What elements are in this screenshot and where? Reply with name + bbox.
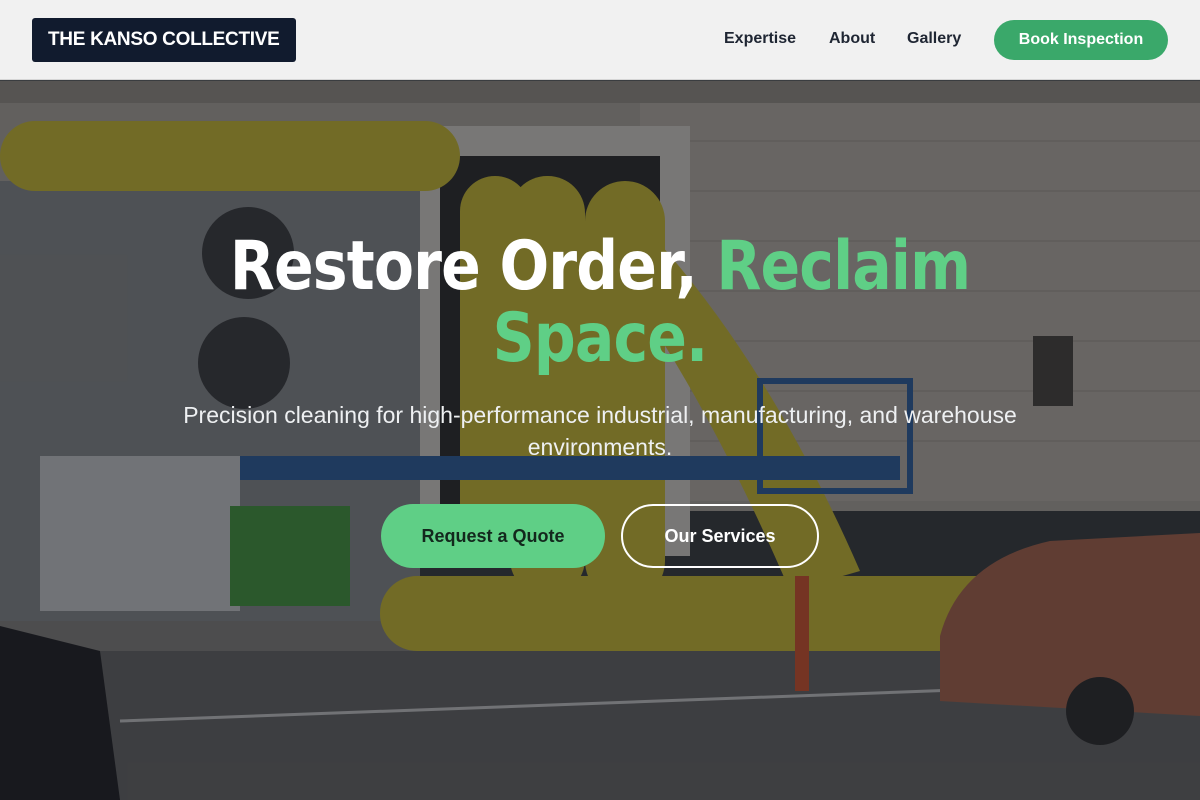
nav-link-gallery[interactable]: Gallery [907, 30, 961, 48]
book-inspection-button[interactable]: Book Inspection [994, 20, 1168, 60]
our-services-button[interactable]: Our Services [621, 504, 819, 568]
hero-headline: Restore Order, Reclaim Space. [84, 231, 1116, 375]
request-quote-button[interactable]: Request a Quote [381, 504, 605, 568]
headline-accent-text-2: Space. [492, 299, 709, 378]
hero-section: Restore Order, Reclaim Space. Precision … [0, 81, 1200, 800]
headline-accent-text-1: Reclaim [716, 227, 971, 306]
headline-white-text: Restore Order, [229, 227, 717, 306]
nav-link-about[interactable]: About [829, 30, 875, 48]
nav-link-expertise[interactable]: Expertise [724, 30, 796, 48]
top-navigation-bar: THE KANSO COLLECTIVE Expertise About Gal… [0, 0, 1200, 80]
hero-subtitle: Precision cleaning for high-performance … [183, 402, 1017, 460]
brand-logo[interactable]: THE KANSO COLLECTIVE [32, 18, 296, 62]
